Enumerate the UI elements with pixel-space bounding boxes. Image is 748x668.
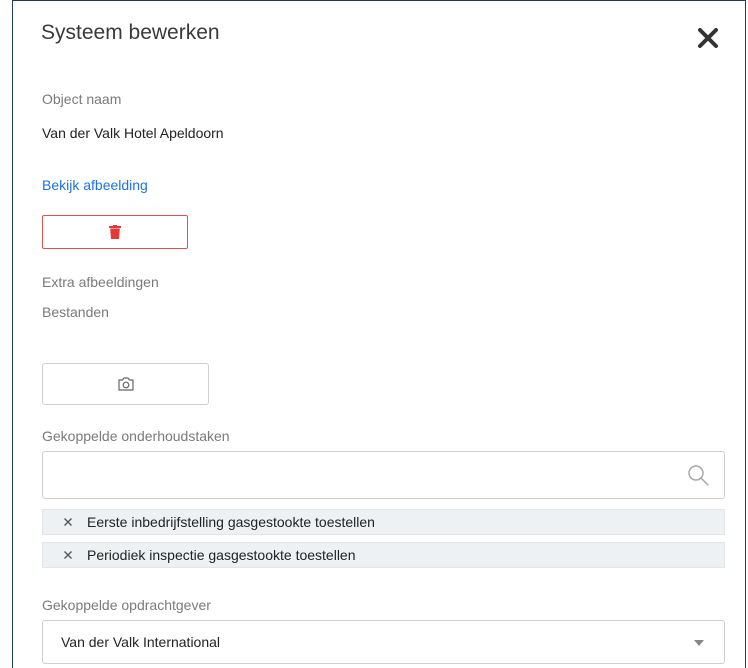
linked-tasks-search-input[interactable] [43,452,663,498]
close-icon [698,28,718,48]
client-select[interactable]: Van der Valk International [42,620,725,664]
object-name-label: Object naam [42,91,122,107]
edit-system-dialog: Systeem bewerken Object naam Van der Val… [12,0,746,668]
extra-images-label: Extra afbeeldingen [42,274,159,290]
trash-icon [109,225,121,239]
task-tag: Eerste inbedrijfstelling gasgestookte to… [42,509,725,535]
files-label: Bestanden [42,304,109,320]
chevron-down-icon [694,640,704,646]
task-tag: Periodiek inspectie gasgestookte toestel… [42,542,725,568]
view-image-link[interactable]: Bekijk afbeelding [42,177,148,193]
dialog-title: Systeem bewerken [41,21,220,44]
delete-image-button[interactable] [42,215,188,249]
search-icon [688,465,709,486]
task-tag-label: Periodiek inspectie gasgestookte toestel… [87,547,356,563]
object-name-value: Van der Valk Hotel Apeldoorn [42,125,224,141]
linked-client-label: Gekoppelde opdrachtgever [42,597,211,613]
task-tag-label: Eerste inbedrijfstelling gasgestookte to… [87,514,375,530]
remove-tag-icon[interactable] [62,549,74,561]
client-select-value: Van der Valk International [61,634,221,650]
linked-tasks-search[interactable] [42,451,725,499]
close-button[interactable] [696,26,720,50]
camera-upload-button[interactable] [42,363,209,405]
remove-tag-icon[interactable] [62,516,74,528]
camera-icon [117,377,134,391]
linked-tasks-label: Gekoppelde onderhoudstaken [42,428,230,444]
